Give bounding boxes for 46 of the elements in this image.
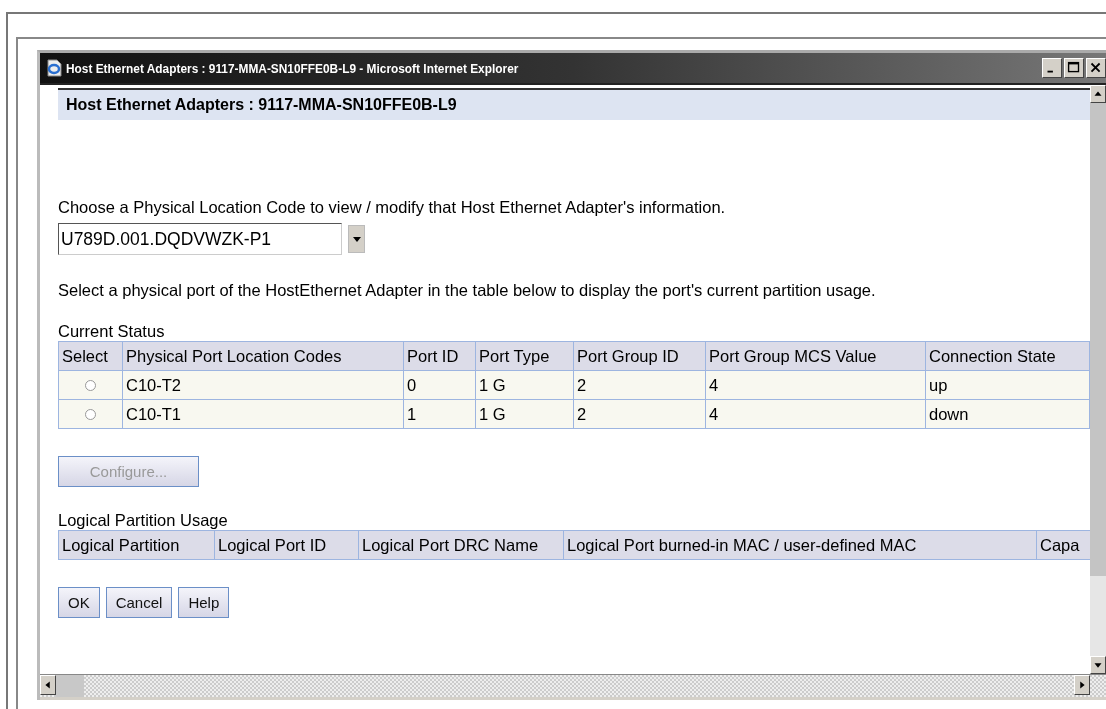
section-title: Current Status [58, 322, 166, 341]
dialog-button[interactable]: Help [178, 587, 230, 618]
table-cell: 1 [403, 399, 476, 429]
table-cell: 1 G [475, 399, 574, 429]
column-header: Select [58, 341, 123, 371]
column-header: Logical Partition [58, 530, 215, 560]
scroll-right-button[interactable] [1074, 675, 1090, 695]
minimize-button[interactable] [1042, 58, 1062, 78]
table-cell: 2 [573, 399, 706, 429]
table-cell: 1 G [475, 370, 574, 400]
column-header: Capa [1036, 530, 1090, 560]
table-cell: C10-T1 [122, 399, 404, 429]
browser-page-icon [45, 59, 63, 77]
table-cell: 0 [403, 370, 476, 400]
table-cell: down [925, 399, 1090, 429]
page-heading: Host Ethernet Adapters : 9117-MMA-SN10FFE0B-L9 [66, 96, 457, 114]
caret-icon [352, 236, 361, 242]
table-cell: C10-T2 [122, 370, 404, 400]
column-header: Port Group ID [573, 341, 706, 371]
column-header: Port Type [475, 341, 574, 371]
dialog-button[interactable]: Cancel [105, 587, 173, 618]
instruction-text: Choose a Physical Location Code to view / modify that Host Ethernet Adapter's information. [58, 198, 727, 217]
section-title: Logical Partition Usage [58, 511, 229, 530]
column-header: Logical Port DRC Name [358, 530, 564, 560]
dialog-button[interactable]: OK [58, 587, 100, 618]
table-cell: up [925, 370, 1090, 400]
location-select-field[interactable]: U789D.001.DQDVWZK-P1 [58, 223, 342, 255]
column-header: Port Group MCS Value [705, 341, 926, 371]
column-header: Logical Port burned-in MAC / user-defined MAC [563, 530, 1037, 560]
column-header: Physical Port Location Codes [122, 341, 404, 371]
maximize-button[interactable] [1064, 58, 1084, 78]
close-button[interactable] [1086, 58, 1106, 78]
table-cell: 4 [705, 399, 926, 429]
dropdown-button[interactable] [348, 225, 365, 253]
table-cell: 4 [705, 370, 926, 400]
column-header: Logical Port ID [214, 530, 359, 560]
scroll-up-button[interactable] [1090, 85, 1106, 103]
column-header: Port ID [403, 341, 476, 371]
scroll-down-button[interactable] [1090, 656, 1106, 674]
window-title: Host Ethernet Adapters : 9117-MMA-SN10FFE0B-L9 - Microsoft Internet Explorer [66, 60, 519, 76]
instruction-text: Select a physical port of the HostEthernet Adapter in the table below to display the port's current partition usage. [58, 281, 877, 300]
scroll-left-button[interactable] [40, 675, 56, 695]
radio-button[interactable] [85, 408, 96, 420]
column-header: Connection State [925, 341, 1090, 371]
radio-button[interactable] [85, 379, 96, 391]
table-cell: 2 [573, 370, 706, 400]
